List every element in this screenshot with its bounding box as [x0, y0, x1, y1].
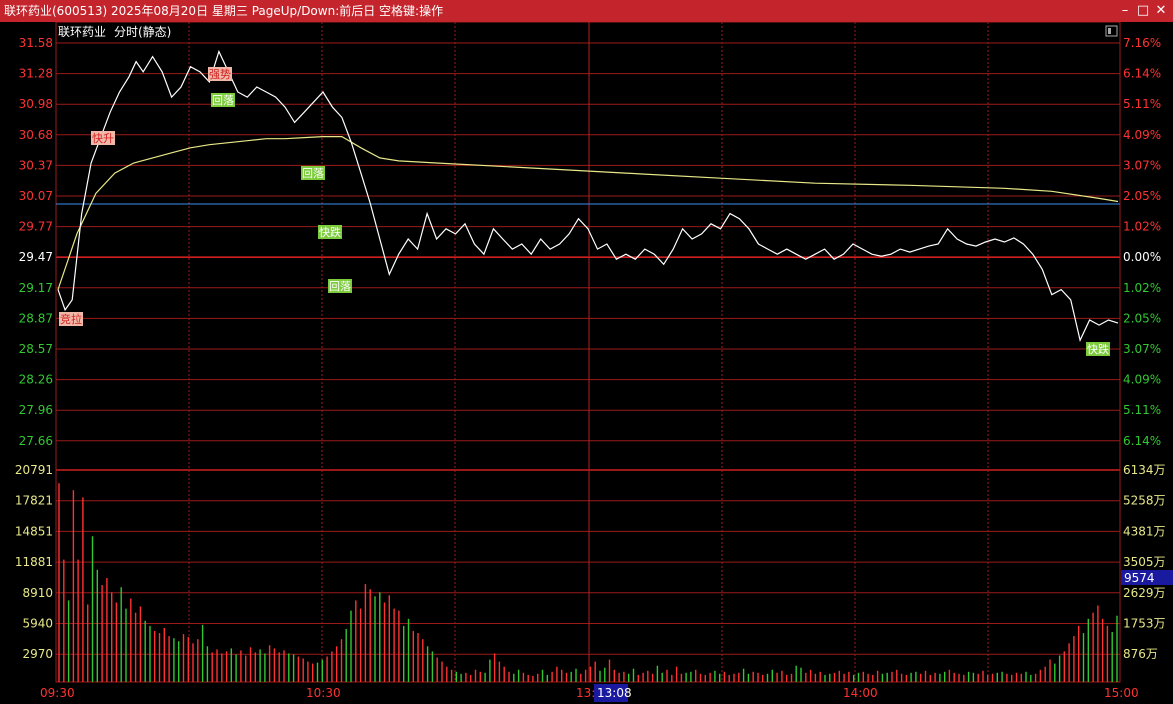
average-price-line — [57, 136, 1119, 290]
intraday-chart[interactable]: 竞拉快升强势回落回落快跌回落快跌 31.58 7.16%31.28 6.14%30.… — [0, 22, 1173, 704]
pct-tick-label: 3.07% — [1123, 158, 1161, 172]
window-title: 联环药业(600513) 2025年08月20日 星期三 PageUp/Down… — [4, 4, 444, 18]
volume-amount-label: 4381万 — [1123, 524, 1166, 538]
price-tick-label: 29.47 — [19, 250, 53, 264]
volume-amount-label: 876万 — [1123, 647, 1158, 661]
pct-tick-label: 1.02% — [1123, 281, 1161, 295]
chart-grid — [55, 22, 1121, 682]
volume-bars — [58, 483, 1118, 682]
maximize-icon[interactable]: □ — [1135, 3, 1151, 19]
time-tick-label: 09:30 — [40, 686, 75, 700]
volume-tick-label: 8910 — [22, 586, 53, 600]
window-titlebar: 联环药业(600513) 2025年08月20日 星期三 PageUp/Down… — [0, 0, 1173, 22]
volume-amount-label: 5258万 — [1123, 494, 1166, 508]
signal-tags: 竞拉快升强势回落回落快跌回落快跌 — [59, 67, 1110, 356]
price-tick-label: 30.68 — [19, 128, 53, 142]
signal-tag-text: 快跌 — [319, 225, 341, 239]
pct-tick-label: 2.05% — [1123, 311, 1161, 325]
signal-tag: 强势 — [208, 67, 232, 81]
time-tick-label: 10:30 — [306, 686, 341, 700]
axis-labels: 31.58 7.16% 31.28 6.14% 30.98 5.11% 30.68 4.09%… — [15, 36, 1166, 700]
price-tick-label: 29.17 — [19, 281, 53, 295]
price-tick-label: 27.96 — [19, 403, 53, 417]
pct-tick-label: 5.11% — [1123, 97, 1161, 111]
volume-cursor-value: 9574 — [1124, 571, 1155, 585]
volume-amount-label: 3505万 — [1123, 555, 1166, 569]
time-cursor-label: 13:08 — [597, 686, 632, 700]
stock-name-label: 联环药业 — [58, 25, 106, 39]
price-tick-label: 28.87 — [19, 311, 53, 325]
signal-tag: 快升 — [91, 131, 115, 145]
signal-tag-text: 回落 — [212, 94, 234, 107]
pct-tick-label: 6.14% — [1123, 67, 1161, 81]
price-tick-label: 28.26 — [19, 373, 53, 387]
signal-tag: 竞拉 — [59, 312, 83, 326]
volume-amount-label: 6134万 — [1123, 463, 1166, 477]
pct-tick-label: 3.07% — [1123, 342, 1161, 356]
time-tick-label: 14:00 — [843, 686, 878, 700]
panel-toggle-icon[interactable] — [1105, 25, 1118, 37]
price-tick-label: 28.57 — [19, 342, 53, 356]
mode-label: 分时(静态) — [114, 25, 171, 39]
volume-tick-label: 20791 — [15, 463, 53, 477]
pct-tick-label: 4.09% — [1123, 373, 1161, 387]
signal-tag-text: 强势 — [209, 68, 231, 81]
price-tick-label: 29.77 — [19, 220, 53, 234]
signal-tag: 快跌 — [1086, 342, 1110, 356]
pct-tick-label: 5.11% — [1123, 403, 1161, 417]
signal-tag-text: 快升 — [92, 132, 114, 145]
volume-tick-label: 14851 — [15, 524, 53, 538]
signal-tag-text: 回落 — [329, 280, 351, 293]
signal-tag: 快跌 — [318, 225, 342, 239]
price-tick-label: 31.58 — [19, 36, 53, 50]
signal-tag: 回落 — [211, 93, 235, 107]
pct-tick-label: 1.02% — [1123, 220, 1161, 234]
volume-amount-label: 1753万 — [1123, 617, 1166, 631]
pct-tick-label: 2.05% — [1123, 189, 1161, 203]
signal-tag-text: 竞拉 — [60, 312, 82, 326]
time-tick-label: 15:00 — [1104, 686, 1139, 700]
volume-tick-label: 2970 — [22, 647, 53, 661]
signal-tag: 回落 — [328, 279, 352, 293]
signal-tag-text: 回落 — [302, 167, 324, 180]
price-tick-label: 30.98 — [19, 97, 53, 111]
volume-amount-label: 2629万 — [1123, 586, 1166, 600]
price-tick-label: 30.07 — [19, 189, 53, 203]
pct-tick-label: 6.14% — [1123, 434, 1161, 448]
price-tick-label: 31.28 — [19, 67, 53, 81]
price-tick-label: 27.66 — [19, 434, 53, 448]
signal-tag: 回落 — [301, 166, 325, 180]
chart-frame — [55, 22, 1121, 683]
volume-tick-label: 5940 — [22, 617, 53, 631]
pct-tick-label: 7.16% — [1123, 36, 1161, 50]
price-tick-label: 30.37 — [19, 158, 53, 172]
close-icon[interactable]: ✕ — [1153, 3, 1169, 19]
volume-tick-label: 11881 — [15, 555, 53, 569]
minimize-icon[interactable]: – — [1117, 3, 1133, 19]
pct-tick-label: 4.09% — [1123, 128, 1161, 142]
pct-tick-label: 0.00% — [1123, 250, 1161, 264]
signal-tag-text: 快跌 — [1087, 342, 1109, 356]
volume-tick-label: 17821 — [15, 494, 53, 508]
